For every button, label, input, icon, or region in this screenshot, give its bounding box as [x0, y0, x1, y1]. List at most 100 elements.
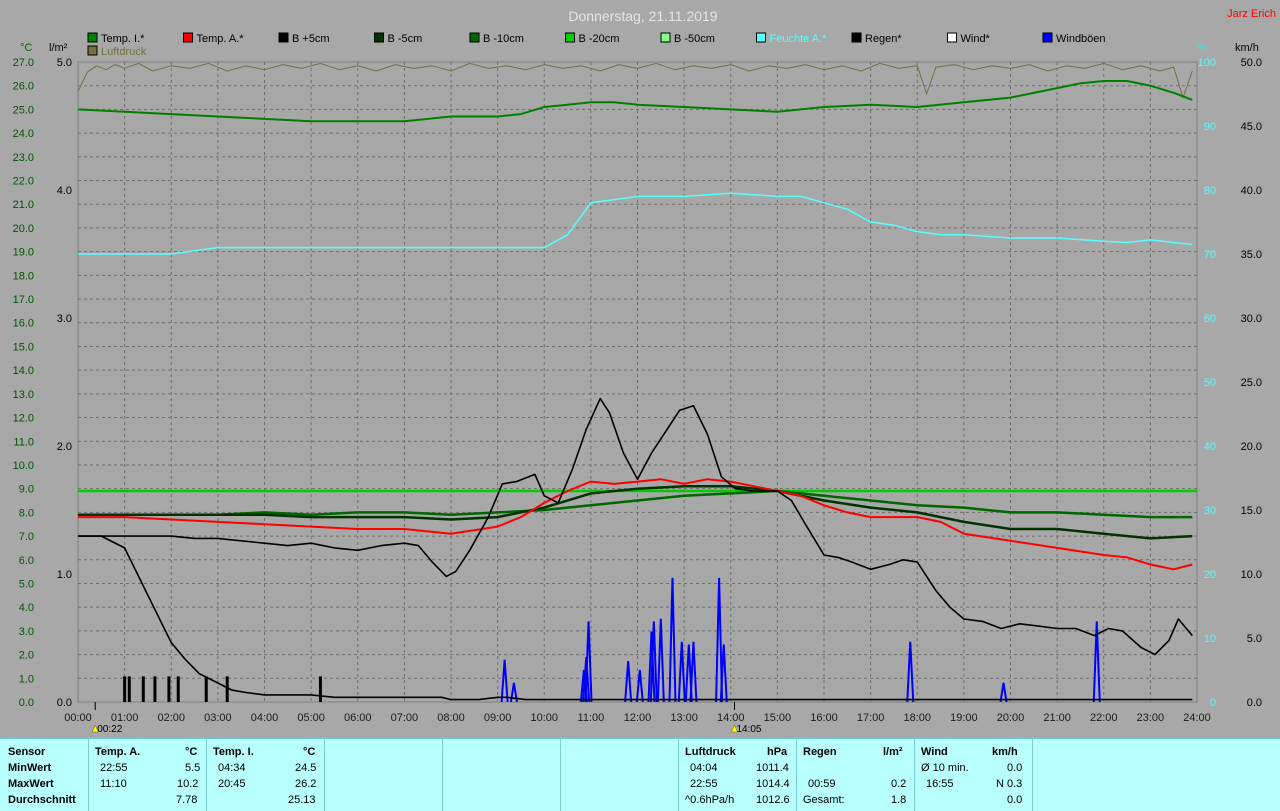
x-tick-label: 17:00	[857, 712, 885, 724]
wind-tick-label: 35.0	[1241, 249, 1262, 261]
x-tick-label: 02:00	[157, 712, 185, 724]
table-divider	[560, 739, 561, 811]
x-tick-label: 10:00	[530, 712, 558, 724]
temp-tick-label: 1.0	[19, 673, 34, 685]
temp-i-min-time: 04:34	[218, 762, 246, 774]
temp-tick-label: 13.0	[13, 389, 34, 401]
temp-tick-label: 14.0	[13, 365, 34, 377]
x-tick-label: 08:00	[437, 712, 465, 724]
wind-tick-label: 10.0	[1241, 569, 1262, 581]
table-divider	[678, 739, 679, 811]
table-divider	[914, 739, 915, 811]
wind-unit: km/h	[992, 746, 1018, 758]
legend-label-humidity: Feuchte A.*	[770, 33, 828, 45]
wind-tick-label: 25.0	[1241, 377, 1262, 389]
temp-tick-label: 20.0	[13, 223, 34, 235]
wind-tick-label: 45.0	[1241, 121, 1262, 133]
legend-swatch-b-50	[660, 32, 671, 43]
rain-tick-label: 2.0	[57, 441, 72, 453]
rain-header: Regen	[803, 746, 837, 758]
x-tick-label: 13:00	[670, 712, 698, 724]
wind-avg10-label: Ø 10 min.	[921, 762, 969, 774]
temp-i-average: 25.13	[288, 794, 316, 806]
legend-swatch-b-5	[374, 32, 384, 43]
wind-axis-unit: km/h	[1235, 42, 1259, 54]
temp-tick-label: 5.0	[19, 578, 34, 590]
wind-tick-label: 50.0	[1241, 57, 1262, 69]
pressure-average: 1012.6	[756, 794, 790, 806]
sensor-header: Sensor	[8, 746, 46, 758]
legend-label-wind: Wind*	[961, 33, 991, 45]
temp-tick-label: 17.0	[13, 294, 34, 306]
legend-label-rain: Regen*	[865, 33, 902, 45]
rain-total-label: Gesamt:	[803, 794, 845, 806]
temp-tick-label: 3.0	[19, 626, 34, 638]
temp-a-header: Temp. A.	[95, 746, 141, 758]
wind-tick-label: 15.0	[1241, 505, 1262, 517]
max-row-label: MaxWert	[8, 778, 54, 790]
legend-label-b-10: B -10cm	[483, 33, 524, 45]
x-tick-label: 16:00	[810, 712, 838, 724]
x-tick-label: 22:00	[1090, 712, 1118, 724]
legend-swatch-temp-i	[87, 32, 98, 43]
plot-grid	[77, 61, 1198, 703]
legend-swatch-b5	[278, 32, 289, 43]
time-marker-label: 14:05	[736, 724, 761, 735]
humidity-tick-label: 30	[1204, 505, 1216, 517]
temp-tick-label: 18.0	[13, 270, 34, 282]
temp-i-max-value: 26.2	[295, 778, 317, 790]
pressure-min-value: 1011.4	[756, 762, 789, 774]
humidity-tick-label: 70	[1204, 249, 1216, 261]
humidity-tick-label: 60	[1204, 313, 1216, 325]
pressure-trend: ^0.6hPa/h	[685, 794, 735, 806]
temp-tick-label: 26.0	[13, 81, 34, 93]
temp-tick-label: 12.0	[13, 413, 34, 425]
temp-a-max-time: 11:10	[100, 778, 127, 790]
table-divider	[324, 739, 325, 811]
x-tick-label: 11:00	[578, 712, 605, 724]
avg-row-label: Durchschnitt	[8, 794, 76, 806]
x-tick-label: 18:00	[903, 712, 931, 724]
x-tick-label: 19:00	[950, 712, 978, 724]
rain-axis-unit: l/m²	[49, 42, 68, 54]
wind-header: Wind	[921, 746, 948, 758]
pressure-unit: hPa	[767, 746, 788, 758]
legend-label-b-5: B -5cm	[388, 33, 423, 45]
pressure-header: Luftdruck	[685, 746, 736, 758]
temp-tick-label: 22.0	[13, 176, 34, 188]
legend-swatch-b-20	[565, 32, 575, 43]
statistics-table: Sensor MinWert MaxWert Durchschnitt Temp…	[0, 738, 1280, 811]
temp-tick-label: 10.0	[13, 460, 34, 472]
x-tick-label: 05:00	[297, 712, 325, 724]
humidity-tick-label: 40	[1204, 441, 1216, 453]
x-tick-label: 04:00	[251, 712, 279, 724]
pressure-max-time: 22:55	[690, 778, 718, 790]
table-divider	[796, 739, 797, 811]
rain-tick-label: 1.0	[57, 569, 72, 581]
rain-tick-label: 0.0	[57, 697, 72, 709]
x-tick-label: 23:00	[1137, 712, 1165, 724]
x-tick-label: 20:00	[997, 712, 1025, 724]
wind-tick-label: 20.0	[1241, 441, 1262, 453]
temp-tick-label: 16.0	[13, 318, 34, 330]
temp-i-unit: °C	[303, 746, 316, 758]
humidity-tick-label: 100	[1198, 57, 1216, 69]
temp-tick-label: 15.0	[13, 341, 34, 353]
temp-a-max-value: 10.2	[177, 778, 199, 790]
rain-total-value: 1.8	[891, 794, 907, 806]
legend-label-temp-a: Temp. A.*	[197, 33, 245, 45]
legend-swatch-humidity	[756, 32, 766, 43]
legend-swatch-wind	[947, 32, 957, 43]
wind-tick-label: 5.0	[1247, 633, 1262, 645]
legend-label-b-50: B -50cm	[674, 33, 715, 45]
x-tick-label: 06:00	[344, 712, 372, 724]
legend-swatch-pressure	[87, 45, 98, 56]
temp-i-max-time: 20:45	[218, 778, 246, 790]
temp-a-min-time: 22:55	[100, 762, 128, 774]
legend-label-pressure: Luftdruck	[101, 46, 147, 58]
brand-label: Jarz Erich	[1227, 8, 1276, 20]
x-tick-label: 15:00	[764, 712, 792, 724]
wind-avg10-value: 0.0	[1007, 762, 1023, 774]
x-tick-label: 07:00	[391, 712, 419, 724]
temp-tick-label: 21.0	[13, 199, 34, 211]
